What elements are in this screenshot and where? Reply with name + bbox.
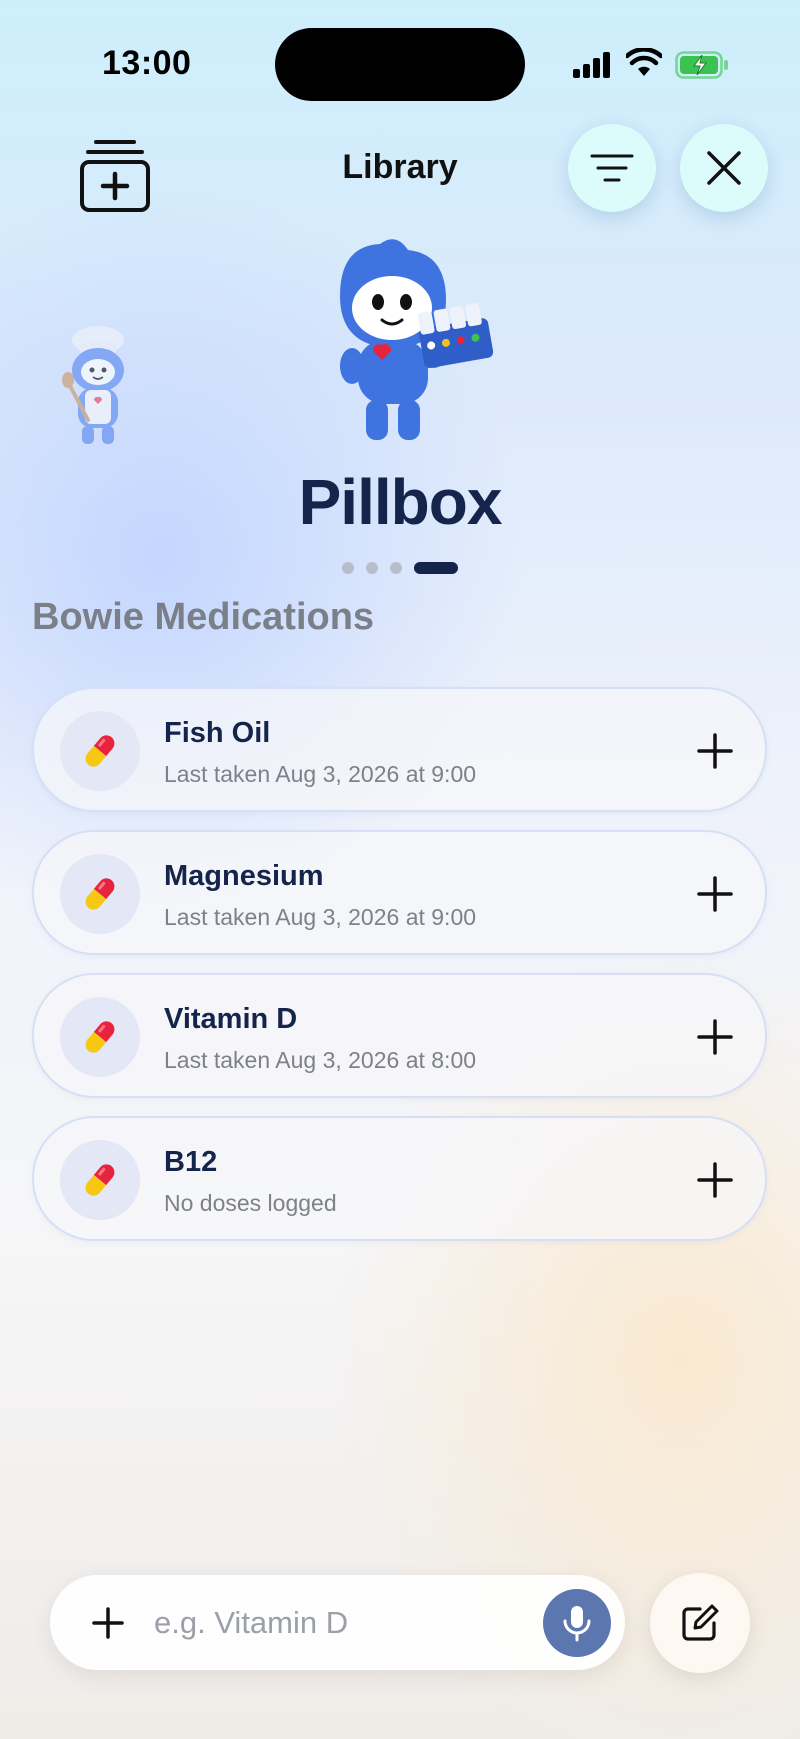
- pill-icon-container: [60, 711, 140, 791]
- plus-icon: [92, 1607, 124, 1639]
- page-dot-active[interactable]: [414, 562, 458, 574]
- add-medication-bar: [50, 1575, 625, 1670]
- medication-name: B12: [164, 1146, 218, 1178]
- medication-search-input[interactable]: [154, 1595, 484, 1651]
- pill-icon: [85, 735, 115, 767]
- add-dose-button[interactable]: [691, 1013, 739, 1061]
- page-indicator[interactable]: [342, 562, 462, 574]
- medication-name: Vitamin D: [164, 1003, 298, 1035]
- hero-title: Pillbox: [298, 466, 503, 538]
- pill-icon-container: [60, 997, 140, 1077]
- add-dose-button[interactable]: [691, 727, 739, 775]
- page-dot[interactable]: [342, 562, 354, 574]
- page-dot[interactable]: [366, 562, 378, 574]
- medication-card[interactable]: Vitamin D Last taken Aug 3, 2026 at 8:00: [32, 973, 767, 1098]
- close-icon: [707, 151, 741, 185]
- medication-status: Last taken Aug 3, 2026 at 9:00: [164, 904, 477, 930]
- status-bar: 13:00: [0, 0, 800, 120]
- pill-icon-container: [60, 854, 140, 934]
- medication-name: Fish Oil: [164, 717, 271, 749]
- medication-status: No doses logged: [164, 1190, 337, 1216]
- cellular-signal-icon: [573, 52, 613, 78]
- pillbox-mascot: [340, 239, 494, 440]
- pill-icon: [85, 1164, 115, 1196]
- close-button[interactable]: [680, 124, 768, 212]
- battery-charging-icon: [675, 51, 728, 79]
- pill-icon: [85, 1021, 115, 1053]
- medication-name: Magnesium: [164, 860, 324, 892]
- dynamic-island: [275, 28, 525, 101]
- add-dose-button[interactable]: [691, 870, 739, 918]
- chef-mascot[interactable]: [58, 322, 148, 452]
- pill-icon-container: [60, 1140, 140, 1220]
- filter-icon: [590, 154, 634, 182]
- wifi-icon: [626, 48, 662, 76]
- attach-button[interactable]: [86, 1601, 130, 1645]
- page-dot[interactable]: [390, 562, 402, 574]
- status-time: 13:00: [102, 44, 192, 82]
- section-title: Bowie Medications: [32, 596, 375, 638]
- microphone-button[interactable]: [543, 1589, 611, 1657]
- filter-button[interactable]: [568, 124, 656, 212]
- compose-icon: [682, 1604, 719, 1641]
- plus-icon: [697, 1019, 733, 1055]
- plus-icon: [697, 733, 733, 769]
- medication-status: Last taken Aug 3, 2026 at 8:00: [164, 1047, 477, 1073]
- microphone-icon: [563, 1606, 591, 1642]
- compose-button[interactable]: [650, 1573, 750, 1673]
- medication-card[interactable]: B12 No doses logged: [32, 1116, 767, 1241]
- plus-icon: [697, 876, 733, 912]
- medication-card[interactable]: Magnesium Last taken Aug 3, 2026 at 9:00: [32, 830, 767, 955]
- medication-status: Last taken Aug 3, 2026 at 9:00: [164, 761, 477, 787]
- top-bar: Library: [0, 120, 800, 220]
- medication-card[interactable]: Fish Oil Last taken Aug 3, 2026 at 9:00: [32, 687, 767, 812]
- add-dose-button[interactable]: [691, 1156, 739, 1204]
- pill-icon: [85, 878, 115, 910]
- plus-icon: [697, 1162, 733, 1198]
